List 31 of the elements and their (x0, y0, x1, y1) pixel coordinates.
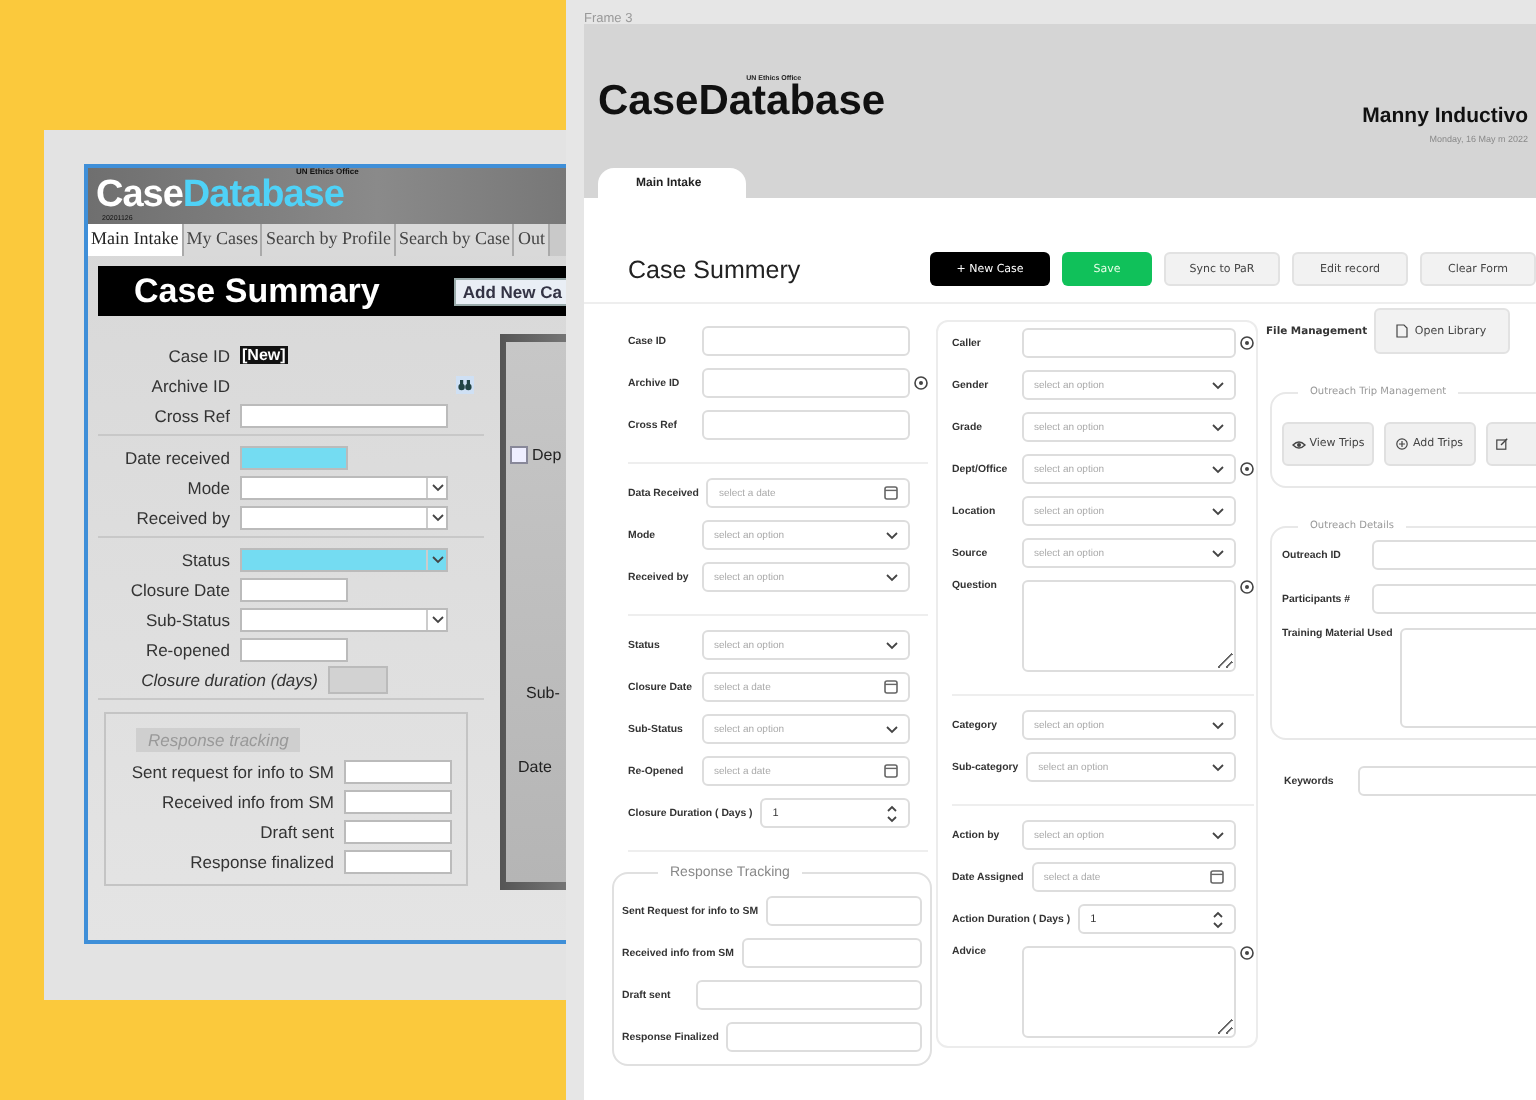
tab[interactable]: Search by Profile (262, 224, 396, 256)
app-title: CaseDatabase (598, 82, 886, 122)
tab[interactable]: Out (514, 224, 550, 256)
field-label: Draft sent (258, 821, 336, 841)
tab[interactable]: Search by Case (395, 224, 515, 256)
field-label: Sub- (526, 684, 560, 702)
tab[interactable]: Main Intake (88, 224, 184, 256)
app-title: Case (96, 178, 183, 214)
field-label: Mode (185, 477, 232, 497)
case-id-value: [New] (240, 346, 288, 364)
user-name: Manny Inductivo (1362, 104, 1528, 128)
field-label: Case ID (166, 345, 232, 365)
section-title: Case Summery (628, 255, 803, 283)
field-label: Date (518, 758, 552, 776)
tab[interactable]: My Cases (183, 224, 263, 256)
field-label: Received info from SM (160, 791, 336, 811)
field-label: Sub-Status (143, 609, 232, 629)
field-label: Response finalized (188, 851, 336, 871)
field-label: Date received (123, 447, 232, 467)
field-label: Closure duration (days) (139, 669, 320, 689)
add-button[interactable]: Add New Ca (454, 277, 570, 305)
field-label: Archive ID (149, 375, 232, 395)
section-title: Case Summary (132, 271, 380, 311)
field-label: Received by (134, 507, 232, 527)
app-title: Database (182, 178, 344, 214)
field-label: Cross Ref (152, 405, 232, 425)
field-label: Closure Date (128, 579, 232, 599)
field-label: Dep (532, 446, 562, 464)
field-label: Re-opened (143, 639, 232, 659)
field-label: Sent request for info to SM (129, 761, 336, 781)
field-label: Status (179, 549, 232, 569)
